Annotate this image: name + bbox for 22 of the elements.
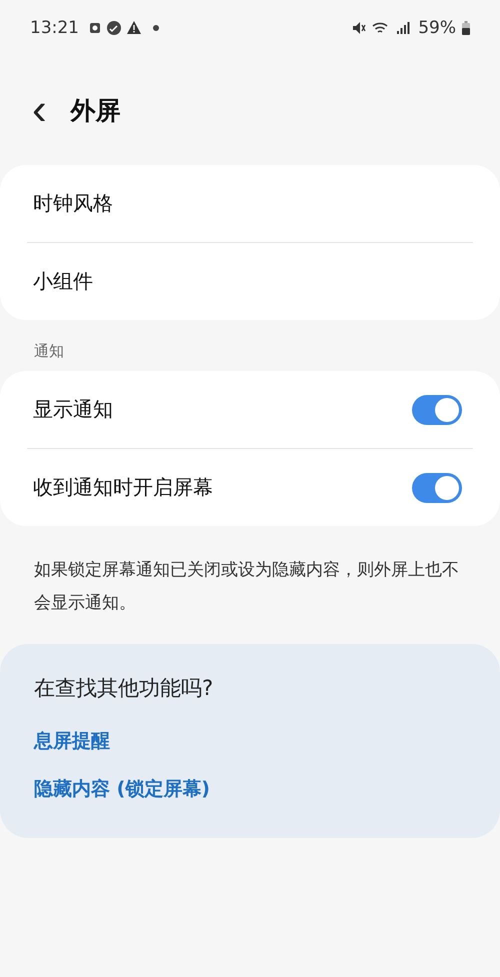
app-icon [107, 20, 121, 34]
dot-icon [153, 24, 159, 30]
toggle-switch[interactable] [412, 472, 462, 502]
warning-icon [127, 21, 141, 34]
suggestion-link[interactable]: 息屏提醒 [34, 728, 110, 754]
battery-icon [462, 20, 470, 34]
battery-percent: 59% [418, 18, 456, 38]
section-heading: 通知 [33, 341, 65, 362]
setting-label: 收到通知时开启屏幕 [33, 474, 213, 501]
menu-item[interactable]: 时钟风格 [0, 165, 500, 242]
mute-icon [352, 20, 366, 34]
menu-item[interactable]: 小组件 [0, 243, 500, 320]
suggestion-title: 在查找其他功能吗? [34, 675, 214, 702]
status-time: 13:21 [30, 18, 79, 38]
back-button[interactable]: ‹ [26, 88, 53, 132]
suggestion-link[interactable]: 隐藏内容 (锁定屏幕) [34, 776, 210, 802]
setting-label: 显示通知 [33, 396, 113, 423]
signal-icon [396, 21, 410, 34]
clock-icon [89, 22, 101, 34]
toggle-switch[interactable] [412, 394, 462, 424]
page-title: 外屏 [70, 94, 121, 126]
note-text: 如果锁定屏幕通知已关闭或设为隐藏内容，则外屏上也不会显示通知。 [33, 559, 460, 615]
